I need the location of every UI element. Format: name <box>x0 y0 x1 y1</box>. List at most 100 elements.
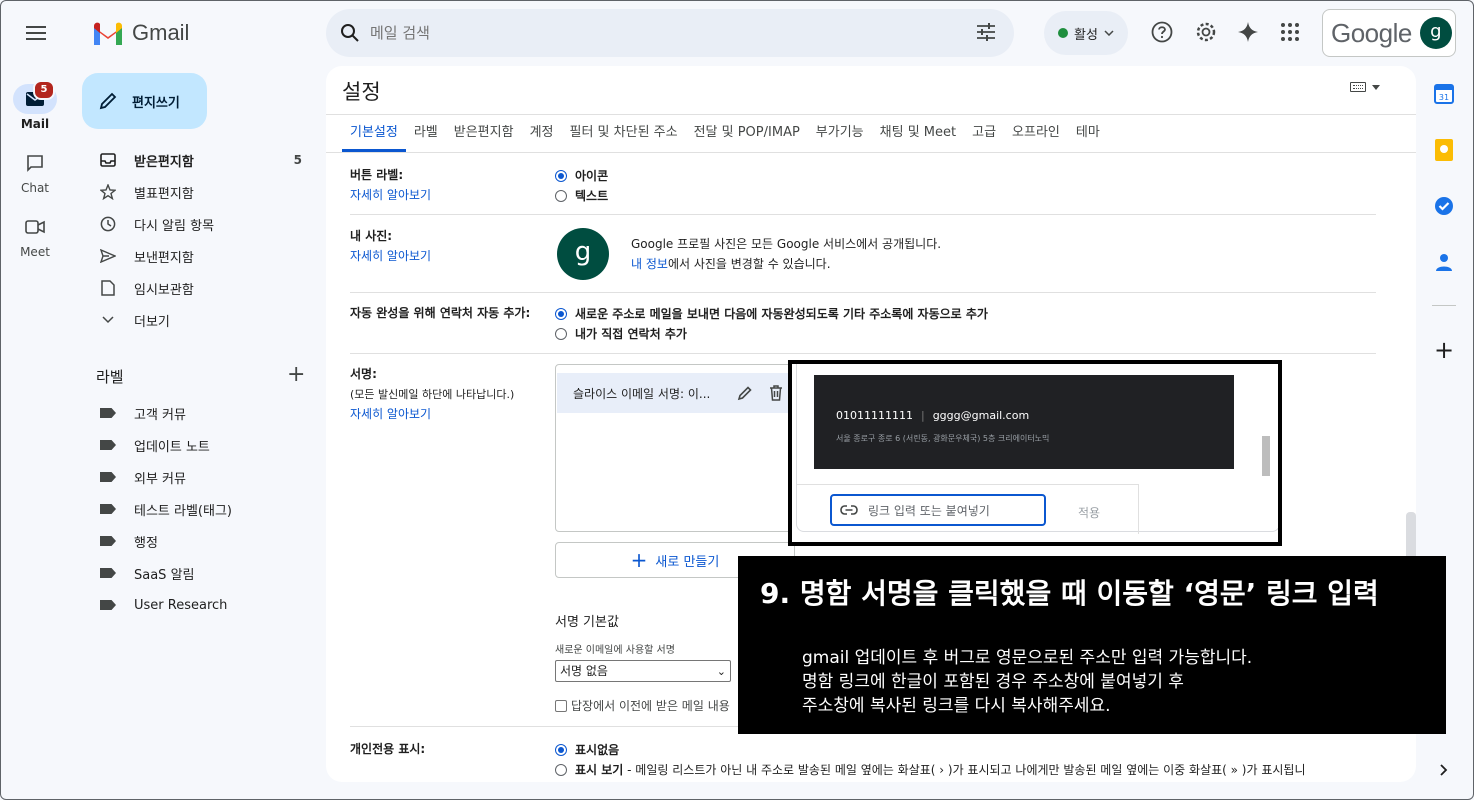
account-switcher[interactable]: Google g <box>1322 9 1456 57</box>
tutorial-line: gmail 업데이트 후 버그로 영문으로된 주소만 입력 가능합니다. <box>802 648 1253 668</box>
tab-themes[interactable]: 테마 <box>1068 124 1108 152</box>
chevron-down-icon <box>98 310 118 330</box>
radio-auto-add-label: 새로운 주소로 메일을 보내면 다음에 자동완성되도록 기타 주소록에 자동으로… <box>575 307 988 321</box>
nav-starred-label: 별표편지함 <box>134 186 194 202</box>
tab-accounts[interactable]: 계정 <box>522 124 562 152</box>
radio-no-indicators-label: 표시없음 <box>575 743 620 757</box>
signature-default-select[interactable]: 서명 없음 ⌄ <box>555 660 731 682</box>
radio-show-indicators[interactable]: 표시 보기 - 메일링 리스트가 아닌 내 주소로 발송된 메일 옆에는 화살표… <box>555 761 1306 778</box>
input-tools-toggle[interactable] <box>1350 82 1380 92</box>
add-label-icon[interactable]: + <box>287 364 305 386</box>
apps-grid-icon[interactable] <box>1278 20 1302 44</box>
link-chain-icon <box>840 505 858 515</box>
tasks-icon[interactable] <box>1432 194 1456 218</box>
gemini-sparkle-icon[interactable] <box>1236 20 1260 44</box>
nav-starred[interactable]: 별표편지함 <box>70 176 320 208</box>
tab-addons[interactable]: 부가기능 <box>808 124 872 152</box>
signature-defaults-note: 새로운 이메일에 사용할 서명 <box>555 645 675 656</box>
keep-icon[interactable] <box>1432 138 1456 162</box>
label-tag-icon <box>100 568 116 578</box>
gmail-logo[interactable]: Gmail <box>92 20 189 46</box>
tab-forwarding[interactable]: 전달 및 POP/IMAP <box>686 124 808 152</box>
business-card-signature[interactable]: 01011111111 | gggg@gmail.com 서울 종로구 종로 6… <box>814 375 1234 469</box>
caret-down-icon <box>1372 84 1380 90</box>
calendar-icon[interactable]: 31 <box>1432 82 1456 106</box>
divider <box>326 114 1416 115</box>
delete-trash-icon[interactable] <box>769 385 783 401</box>
status-menu[interactable]: 활성 <box>1044 11 1128 55</box>
edit-pencil-icon[interactable] <box>737 385 753 401</box>
reply-signature-checkbox[interactable]: 답장에서 이전에 받은 메일 내용 <box>555 697 730 714</box>
radio-show-indicators-desc: - 메일링 리스트가 아닌 내 주소로 발송된 메일 옆에는 화살표( › )가… <box>623 763 1306 777</box>
link-url-input[interactable]: 링크 입력 또는 붙여넣기 <box>830 494 1046 526</box>
inbox-icon <box>98 150 118 170</box>
label-list: 고객 커뮤 업데이트 노트 외부 커뮤 테스트 라벨(태그) 행정 SaaS 알… <box>70 397 320 621</box>
zoomed-signature-editor: 01011111111 | gggg@gmail.com 서울 종로구 종로 6… <box>788 360 1282 546</box>
label-item[interactable]: 테스트 라벨(태그) <box>70 493 320 525</box>
rail-mail[interactable]: 5 Mail <box>0 80 70 131</box>
learn-more-link[interactable]: 자세히 알아보기 <box>350 247 431 264</box>
label-item[interactable]: User Research <box>70 589 320 621</box>
learn-more-link[interactable]: 자세히 알아보기 <box>350 186 431 203</box>
label-tag-icon <box>100 472 116 482</box>
apply-button[interactable]: 적용 <box>1078 504 1100 521</box>
label-tag-icon <box>100 440 116 450</box>
radio-manual-add-label: 내가 직접 연락처 추가 <box>575 327 687 341</box>
signature-subtitle: (모든 발신메일 하단에 나타납니다.) <box>350 388 515 401</box>
rail-meet[interactable]: Meet <box>0 212 70 259</box>
signature-item[interactable]: 슬라이스 이메일 서명: 이... <box>557 373 793 413</box>
photo-change-rest: 에서 사진을 변경할 수 있습니다. <box>667 257 831 271</box>
compose-button[interactable]: 편지쓰기 <box>82 73 207 129</box>
tab-offline[interactable]: 오프라인 <box>1004 124 1068 152</box>
status-label: 활성 <box>1074 27 1098 43</box>
card-email: gggg@gmail.com <box>932 409 1030 422</box>
nav-drafts-label: 임시보관함 <box>134 282 194 298</box>
nav-inbox[interactable]: 받은편지함 5 <box>70 144 320 176</box>
nav-more[interactable]: 더보기 <box>70 304 320 336</box>
radio-icons[interactable]: 아이콘 <box>555 167 608 184</box>
label-item[interactable]: 외부 커뮤 <box>70 461 320 493</box>
reply-signature-label: 답장에서 이전에 받은 메일 내용 <box>571 699 730 713</box>
signature-editor-panel: 01011111111 | gggg@gmail.com 서울 종로구 종로 6… <box>796 364 1278 534</box>
tab-inbox[interactable]: 받은편지함 <box>446 124 522 152</box>
tab-labels[interactable]: 라벨 <box>406 124 446 152</box>
label-item[interactable]: 고객 커뮤 <box>70 397 320 429</box>
search-icon[interactable] <box>340 23 360 43</box>
main-menu-icon[interactable] <box>24 22 48 46</box>
help-icon[interactable] <box>1150 20 1174 44</box>
get-addons-plus-icon[interactable]: + <box>1432 336 1456 364</box>
card-contact-line: 01011111111 | gggg@gmail.com <box>836 409 1029 422</box>
label-name: 업데이트 노트 <box>134 439 210 455</box>
rail-meet-label: Meet <box>20 245 50 259</box>
radio-manual-add[interactable]: 내가 직접 연락처 추가 <box>555 325 687 342</box>
tab-advanced[interactable]: 고급 <box>964 124 1004 152</box>
nav-snoozed[interactable]: 다시 알림 항목 <box>70 208 320 240</box>
search-input[interactable] <box>370 24 950 42</box>
tutorial-line: 주소창에 복사된 링크를 다시 복사해주세요. <box>802 696 1111 716</box>
label-item[interactable]: 업데이트 노트 <box>70 429 320 461</box>
divider <box>797 484 1139 485</box>
about-me-link[interactable]: 내 정보 <box>631 257 668 271</box>
chevron-right-icon[interactable] <box>1432 758 1456 782</box>
learn-more-link[interactable]: 자세히 알아보기 <box>350 405 431 422</box>
rail-chat[interactable]: Chat <box>0 148 70 195</box>
radio-no-indicators[interactable]: 표시없음 <box>555 741 619 758</box>
search-bar[interactable] <box>326 9 1014 57</box>
editor-scrollbar[interactable] <box>1262 436 1270 476</box>
radio-auto-add[interactable]: 새로운 주소로 메일을 보내면 다음에 자동완성되도록 기타 주소록에 자동으로… <box>555 305 988 322</box>
tab-filters[interactable]: 필터 및 차단된 주소 <box>562 124 686 152</box>
settings-gear-icon[interactable] <box>1194 20 1218 44</box>
nav-drafts[interactable]: 임시보관함 <box>70 272 320 304</box>
tab-general[interactable]: 기본설정 <box>342 124 406 152</box>
divider <box>1432 305 1456 306</box>
tab-chat-meet[interactable]: 채팅 및 Meet <box>872 124 964 152</box>
radio-text[interactable]: 텍스트 <box>555 187 608 204</box>
divider <box>350 353 1376 354</box>
nav-sent[interactable]: 보낸편지함 <box>70 240 320 272</box>
contacts-icon[interactable] <box>1432 250 1456 274</box>
label-item[interactable]: 행정 <box>70 525 320 557</box>
card-phone: 01011111111 <box>836 409 913 422</box>
search-options-icon[interactable] <box>976 23 996 41</box>
labels-header: 라벨 <box>96 368 124 386</box>
label-item[interactable]: SaaS 알림 <box>70 557 320 589</box>
